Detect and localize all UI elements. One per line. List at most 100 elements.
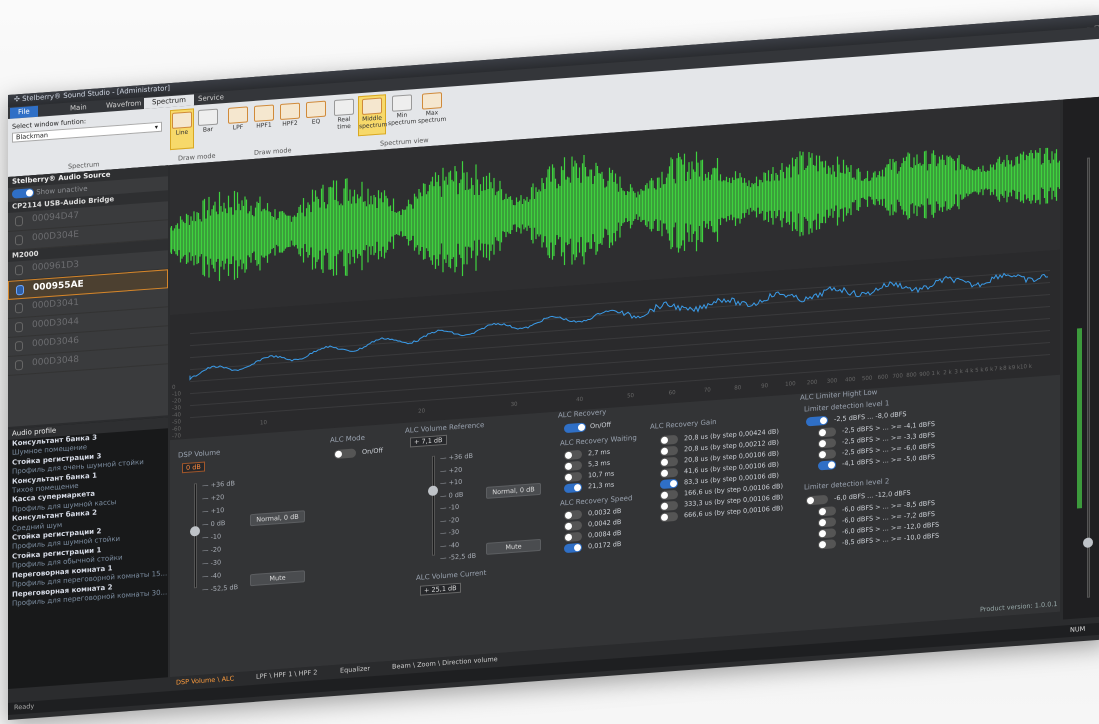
hpf1-button[interactable]: HPF1 [252, 102, 276, 144]
limiter2-toggle[interactable] [818, 517, 836, 528]
alc-mode-toggle[interactable] [334, 448, 356, 460]
limiter2-toggle[interactable] [818, 506, 836, 517]
scale-tick: — -40 [440, 540, 460, 550]
master-slider-track[interactable] [1087, 157, 1090, 598]
alc-reference-label: ALC Volume Reference [405, 421, 485, 435]
limiter1-toggle[interactable] [818, 438, 836, 449]
freq-tick: 6 k [984, 366, 994, 374]
alc-gain-toggle[interactable] [660, 478, 678, 490]
alc-waiting-option: 21,3 ms [588, 480, 615, 491]
dsp-volume-value: 0 dB [182, 461, 205, 474]
tab-dsp-volume-alc[interactable]: DSP Volume \ ALC [176, 674, 234, 686]
limiter-level1-toggle[interactable] [806, 415, 828, 427]
limiter1-toggle[interactable] [818, 427, 836, 438]
alc-gain-toggle[interactable] [660, 500, 678, 512]
alc-speed-option: 0,0032 dB [588, 506, 622, 518]
alc-gain-toggle[interactable] [660, 489, 678, 501]
min-spectrum-button[interactable]: Min spectrum [388, 92, 416, 134]
alc-waiting-option: 2,7 ms [588, 447, 611, 458]
scale-tick: — -30 [440, 527, 460, 538]
db-tick: -60 [172, 426, 181, 433]
scale-tick: — 0 dB [202, 519, 226, 529]
real-time-button[interactable]: Real time [332, 96, 356, 138]
scale-tick: — 0 dB [440, 490, 464, 500]
group-spectrum-label: Spectrum [68, 160, 100, 171]
middle-spectrum-button[interactable]: Middle spectrum [358, 94, 387, 137]
line-mode-icon [172, 111, 192, 129]
alc-waiting-toggle[interactable] [564, 449, 582, 461]
alc-gain-toggle[interactable] [660, 456, 678, 468]
alc-gain-toggle[interactable] [660, 511, 678, 523]
db-tick: -20 [172, 398, 181, 405]
alc-speed-toggle[interactable] [564, 542, 582, 554]
eq-button[interactable]: EQ [304, 99, 328, 141]
db-tick: -30 [172, 405, 181, 412]
microphone-icon [15, 340, 23, 352]
eq-icon [306, 100, 326, 119]
microphone-icon [15, 302, 23, 314]
hpf2-button[interactable]: HPF2 [278, 100, 302, 142]
tab-equalizer[interactable]: Equalizer [340, 664, 370, 674]
alc-recovery-speed-label: ALC Recovery Speed [560, 494, 633, 508]
level-meters [1063, 96, 1099, 620]
limiter-level2-label: Limiter detection level 2 [804, 477, 890, 492]
alc-gain-toggle[interactable] [660, 434, 678, 446]
alc-reference-slider[interactable] [432, 455, 435, 556]
alc-waiting-toggle[interactable] [564, 460, 582, 472]
dsp-normal-button[interactable]: Normal, 0 dB [250, 510, 305, 527]
limiter-level2-toggle[interactable] [806, 494, 828, 506]
alc-reference-knob[interactable] [428, 485, 438, 497]
freq-tick: 50 [627, 393, 635, 400]
scale-tick: — -10 [440, 502, 460, 513]
alc-mute-button[interactable]: Mute [486, 538, 541, 555]
freq-tick: 5 k [975, 367, 984, 374]
screenshot-stage: ✣ Stelberry® Sound Studio - [Administrat… [0, 0, 1099, 724]
dsp-volume-label: DSP Volume [178, 448, 221, 460]
freq-tick: 40 [576, 396, 584, 404]
limiter2-toggle[interactable] [818, 528, 836, 539]
alc-speed-option: 0,0084 dB [588, 528, 622, 540]
freq-tick: 70 [703, 387, 711, 394]
alc-normal-button[interactable]: Normal, 0 dB [486, 482, 541, 499]
alc-mode-label: ALC Mode [330, 433, 365, 445]
dsp-volume-knob[interactable] [190, 525, 200, 537]
show-unactive-label: Show unactive [36, 184, 88, 197]
bar-button[interactable]: Bar [196, 106, 220, 148]
microphone-icon [15, 215, 23, 227]
freq-tick: 10 [260, 419, 267, 427]
line-button[interactable]: Line [170, 108, 194, 151]
scale-tick: — +36 dB [202, 479, 235, 490]
lpf-button[interactable]: LPF [226, 104, 250, 146]
audio-profile-panel: Audio profile Консультант банка 3 Шумное … [8, 417, 168, 689]
alc-waiting-toggle[interactable] [564, 471, 582, 483]
alc-speed-toggle[interactable] [564, 509, 582, 521]
limiter-level2-main: -6,0 dBFS ... -12,0 dBFS [834, 488, 911, 503]
dsp-mute-button[interactable]: Mute [250, 570, 305, 587]
microphone-icon [16, 284, 24, 296]
alc-speed-toggle[interactable] [564, 520, 582, 532]
tab-lpf-hpf[interactable]: LPF \ HPF 1 \ HPF 2 [256, 668, 317, 681]
scale-tick: — +10 [202, 506, 225, 516]
scale-tick: — -52,5 dB [202, 583, 239, 594]
show-unactive-toggle[interactable] [12, 188, 34, 199]
limiter1-toggle[interactable] [818, 460, 836, 471]
alc-gain-toggle[interactable] [660, 467, 678, 479]
freq-tick: 400 [845, 376, 856, 384]
alc-waiting-toggle[interactable] [564, 482, 582, 494]
alc-recovery-toggle[interactable] [564, 422, 586, 434]
limiter2-toggle[interactable] [818, 539, 836, 550]
app-logo-icon: ✣ [14, 94, 23, 104]
max-spectrum-button[interactable]: Max spectrum [418, 90, 446, 132]
num-lock-indicator: NUM [1070, 624, 1086, 635]
alc-speed-toggle[interactable] [564, 531, 582, 543]
alc-gain-toggle[interactable] [660, 445, 678, 457]
freq-tick: 20 [418, 408, 426, 415]
freq-tick: 90 [761, 383, 769, 390]
chevron-down-icon: ▾ [154, 122, 158, 132]
freq-tick: 4 k [964, 368, 974, 375]
master-slider-knob[interactable] [1083, 537, 1093, 549]
level-meter-bar [1077, 328, 1082, 509]
limiter1-toggle[interactable] [818, 449, 836, 460]
hpf2-icon [280, 102, 300, 121]
lpf-icon [228, 106, 248, 124]
